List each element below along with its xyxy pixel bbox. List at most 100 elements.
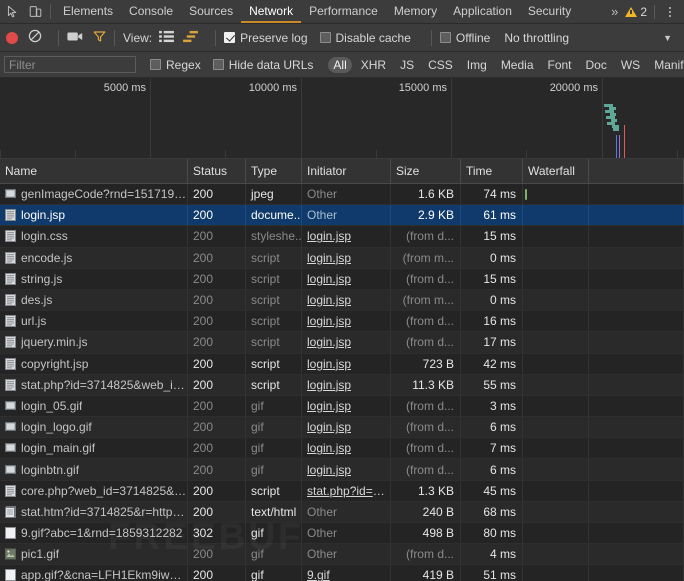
initiator-link[interactable]: login.jsp: [307, 357, 351, 371]
cell-waterfall: [523, 332, 589, 352]
type-filter-css[interactable]: CSS: [423, 57, 458, 73]
table-row[interactable]: login_logo.gif200giflogin.jsp(from d...6…: [0, 417, 684, 438]
cell-name: app.gif?&cna=LFH1Ekm9iwsC...: [0, 565, 188, 581]
tab-application[interactable]: Application: [445, 0, 520, 23]
type-filter-font[interactable]: Font: [543, 57, 577, 73]
tab-elements[interactable]: Elements: [55, 0, 121, 23]
initiator-link[interactable]: login.jsp: [307, 314, 351, 328]
initiator-link[interactable]: login.jsp: [307, 272, 351, 286]
type-filter-media[interactable]: Media: [496, 57, 539, 73]
cell-spacer: [589, 248, 684, 268]
column-header-waterfall[interactable]: Waterfall: [523, 159, 589, 183]
tab-label: Application: [453, 4, 512, 18]
column-header-initiator[interactable]: Initiator: [302, 159, 391, 183]
checkbox-box: [440, 32, 451, 43]
initiator-link[interactable]: login.jsp: [307, 420, 351, 434]
table-row[interactable]: 9.gif?abc=1&rnd=1859312282302gifOther498…: [0, 523, 684, 544]
type-filter-ws[interactable]: WS: [616, 57, 645, 73]
table-row[interactable]: copyright.jsp200scriptlogin.jsp723 B42 m…: [0, 354, 684, 375]
offline-checkbox[interactable]: Offline: [440, 31, 490, 45]
request-name: stat.htm?id=3714825&r=http%...: [21, 505, 187, 519]
request-time: 15 ms: [483, 272, 516, 286]
initiator-link[interactable]: login.jsp: [307, 229, 351, 243]
table-row[interactable]: login.jsp200docume...Other2.9 KB61 ms: [0, 205, 684, 226]
tab-sources[interactable]: Sources: [181, 0, 241, 23]
tab-network[interactable]: Network: [241, 0, 301, 23]
column-header-status[interactable]: Status: [188, 159, 246, 183]
network-overview-timeline[interactable]: 5000 ms10000 ms15000 ms20000 ms: [0, 78, 684, 159]
initiator-link[interactable]: login.jsp: [307, 293, 351, 307]
initiator-link[interactable]: login.jsp: [307, 251, 351, 265]
chevron-down-icon[interactable]: ▼: [663, 33, 672, 43]
table-row[interactable]: encode.js200scriptlogin.jsp(from m...0 m…: [0, 248, 684, 269]
table-row[interactable]: login_05.gif200giflogin.jsp(from d...3 m…: [0, 396, 684, 417]
waterfall-view-icon[interactable]: [183, 30, 207, 46]
device-toolbar-icon[interactable]: [29, 5, 42, 18]
tab-performance[interactable]: Performance: [301, 0, 386, 23]
document-file-icon: [5, 379, 16, 391]
table-row[interactable]: stat.php?id=3714825&web_id=...200scriptl…: [0, 375, 684, 396]
column-header-time[interactable]: Time: [461, 159, 523, 183]
tabbar-right-controls: » 2: [608, 0, 684, 23]
table-row[interactable]: loginbtn.gif200giflogin.jsp(from d...6 m…: [0, 459, 684, 480]
tab-security[interactable]: Security: [520, 0, 579, 23]
cell-initiator: Other: [302, 502, 391, 522]
table-row[interactable]: genImageCode?rnd=15171941...200jpegOther…: [0, 184, 684, 205]
requests-table-body[interactable]: genImageCode?rnd=15171941...200jpegOther…: [0, 184, 684, 581]
request-time: 6 ms: [490, 463, 516, 477]
table-row[interactable]: des.js200scriptlogin.jsp(from m...0 ms: [0, 290, 684, 311]
initiator-link[interactable]: login.jsp: [307, 399, 351, 413]
funnel-icon[interactable]: [93, 30, 106, 46]
preserve-log-checkbox[interactable]: Preserve log: [224, 31, 307, 45]
cell-waterfall: [523, 184, 589, 204]
more-tabs-icon[interactable]: »: [608, 4, 621, 19]
regex-checkbox[interactable]: Regex: [150, 58, 201, 72]
table-row[interactable]: login.css200styleshe...login.jsp(from d.…: [0, 226, 684, 247]
type-filter-doc[interactable]: Doc: [581, 57, 612, 73]
cell-waterfall: [523, 290, 589, 310]
table-row[interactable]: pic1.gif200gifOther(from d...4 ms: [0, 544, 684, 565]
table-row[interactable]: jquery.min.js200scriptlogin.jsp(from d..…: [0, 332, 684, 353]
status-code: 200: [193, 378, 213, 392]
list-view-icon[interactable]: [159, 30, 183, 46]
type-filter-js[interactable]: JS: [395, 57, 419, 73]
inspect-element-icon[interactable]: [6, 5, 19, 18]
tab-memory[interactable]: Memory: [386, 0, 445, 23]
initiator-link[interactable]: login.jsp: [307, 335, 351, 349]
clear-icon[interactable]: [28, 29, 50, 46]
column-header-size[interactable]: Size: [391, 159, 461, 183]
search-input[interactable]: [4, 56, 136, 73]
warning-triangle-icon: [625, 7, 637, 17]
record-button-icon[interactable]: [6, 32, 18, 44]
cell-name: string.js: [0, 269, 188, 289]
kebab-menu-icon[interactable]: [662, 7, 678, 17]
type-filter-manifest[interactable]: Manifest: [649, 57, 684, 73]
table-row[interactable]: login_main.gif200giflogin.jsp(from d...7…: [0, 438, 684, 459]
camera-icon[interactable]: [67, 31, 93, 45]
table-row[interactable]: app.gif?&cna=LFH1Ekm9iwsC...200gif9.gif4…: [0, 565, 684, 581]
type-filter-xhr[interactable]: XHR: [356, 57, 391, 73]
table-row[interactable]: core.php?web_id=3714825&sh...200scriptst…: [0, 481, 684, 502]
cell-time: 15 ms: [461, 269, 523, 289]
initiator-link[interactable]: login.jsp: [307, 441, 351, 455]
hide-data-urls-checkbox[interactable]: Hide data URLs: [213, 58, 314, 72]
initiator-link[interactable]: 9.gif: [307, 568, 330, 581]
cell-size: (from d...: [391, 417, 461, 437]
initiator-link[interactable]: stat.php?id=37...: [307, 484, 390, 498]
table-row[interactable]: url.js200scriptlogin.jsp(from d...16 ms: [0, 311, 684, 332]
tab-console[interactable]: Console: [121, 0, 181, 23]
table-row[interactable]: string.js200scriptlogin.jsp(from d...15 …: [0, 269, 684, 290]
column-header-name[interactable]: Name: [0, 159, 188, 183]
table-row[interactable]: stat.htm?id=3714825&r=http%...200text/ht…: [0, 502, 684, 523]
cell-waterfall: [523, 205, 589, 225]
throttling-select[interactable]: No throttling: [504, 31, 569, 45]
type-filter-all[interactable]: All: [328, 57, 351, 73]
column-header-type[interactable]: Type: [246, 159, 302, 183]
initiator-link[interactable]: login.jsp: [307, 378, 351, 392]
disable-cache-checkbox[interactable]: Disable cache: [320, 31, 411, 45]
checkbox-box: [320, 32, 331, 43]
cell-time: 80 ms: [461, 523, 523, 543]
type-filter-img[interactable]: Img: [462, 57, 492, 73]
warning-badge[interactable]: 2: [624, 5, 651, 19]
initiator-link[interactable]: login.jsp: [307, 463, 351, 477]
